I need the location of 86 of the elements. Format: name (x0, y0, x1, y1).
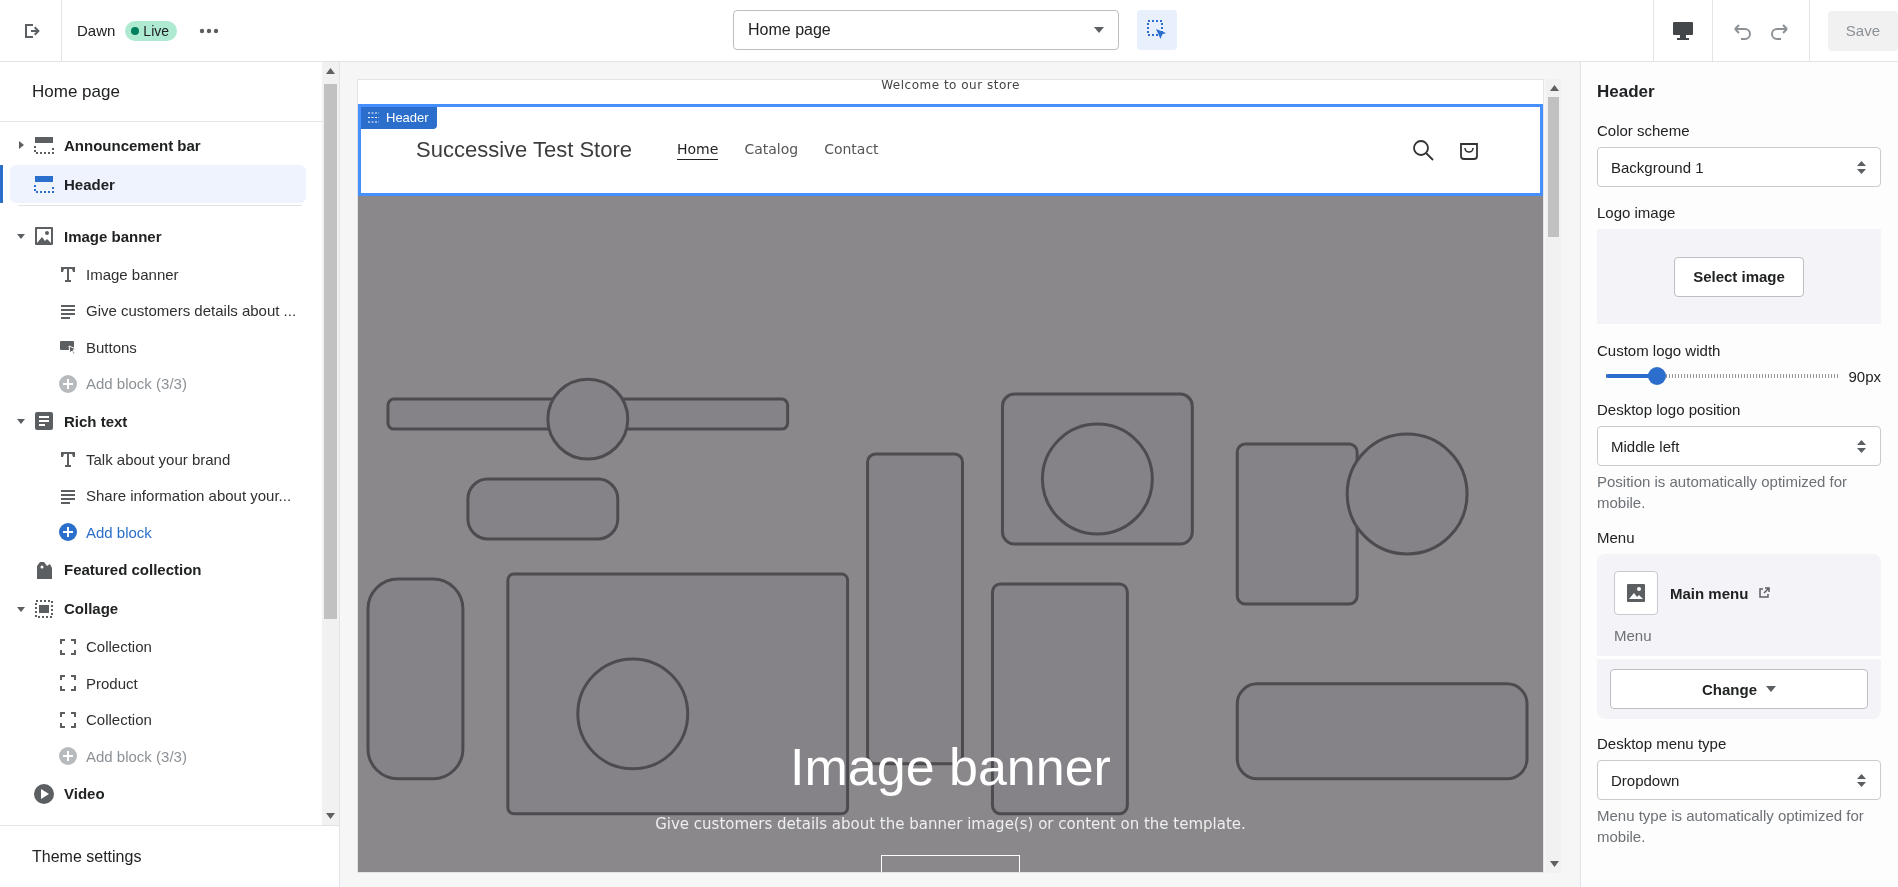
search-icon[interactable] (1412, 139, 1434, 161)
section-item[interactable]: Announcement bar (10, 126, 306, 164)
caret-down-icon[interactable] (16, 417, 26, 425)
section-item[interactable]: Rich text (10, 402, 306, 440)
nav-link[interactable]: Home (677, 140, 719, 160)
plus-icon (58, 746, 78, 767)
caret-down-icon[interactable] (16, 604, 26, 613)
up-down-arrows-icon (1857, 160, 1866, 174)
inspector-button[interactable] (1137, 10, 1177, 50)
play-icon (33, 782, 55, 805)
dashed-frame-icon (58, 636, 78, 657)
nav-link[interactable]: Contact (824, 141, 879, 159)
block-item[interactable]: Collection (0, 701, 322, 738)
slider-value: 90px (1848, 367, 1881, 385)
caret-down-icon (1766, 686, 1776, 692)
field-label: Menu (1597, 529, 1636, 546)
document-icon (33, 410, 55, 432)
image-icon (1614, 571, 1658, 615)
nav-link[interactable]: Catalog (744, 141, 799, 159)
section-bar-icon (33, 173, 55, 195)
field-label: Color scheme (1597, 122, 1691, 139)
page-select[interactable]: Home page (733, 10, 1119, 50)
desktop-icon[interactable] (1671, 20, 1694, 41)
section-item[interactable]: Featured collection (10, 550, 306, 589)
store-name[interactable]: Successive Test Store (416, 137, 633, 163)
status-badge: Live (125, 20, 178, 41)
scroll-down-icon[interactable] (326, 813, 335, 819)
field-label: Custom logo width (1597, 342, 1722, 359)
add-block-item[interactable]: Add block (0, 514, 322, 551)
caret-right-icon[interactable] (16, 141, 26, 149)
slider-thumb[interactable] (1648, 367, 1667, 385)
announcement-text: Welcome to our store (881, 80, 1020, 92)
change-button[interactable]: Change (1610, 669, 1868, 709)
block-item[interactable]: Give customers details about ... (0, 292, 322, 329)
block-item[interactable]: Talk about your brand (0, 441, 322, 478)
menu-name[interactable]: Main menu (1670, 584, 1749, 602)
block-item[interactable]: Image banner (0, 256, 322, 293)
up-down-arrows-icon (1857, 439, 1866, 453)
plus-icon (58, 522, 78, 543)
section-bar-icon (33, 134, 55, 156)
help-text: Position is automatically optimized for mobile. (1597, 472, 1849, 513)
scroll-thumb[interactable] (1548, 97, 1559, 237)
panel-title: Header (1597, 82, 1656, 102)
select-cursor-icon (1146, 19, 1168, 41)
dashed-frame-icon (58, 673, 78, 694)
plus-icon (58, 373, 78, 394)
help-text: Menu type is automatically optimized for mobile. (1597, 806, 1865, 847)
section-tag: Header (361, 107, 437, 129)
field-label: Desktop logo position (1597, 401, 1742, 418)
block-item[interactable]: Collection (0, 628, 322, 665)
banner-button[interactable] (881, 855, 1020, 872)
banner-text: Give customers details about the banner image(s) or content on the template. (655, 815, 1246, 833)
scroll-thumb[interactable] (324, 84, 337, 619)
field-label: Logo image (1597, 204, 1677, 221)
dashed-frame-icon (58, 709, 78, 730)
banner-heading: Image banner (790, 737, 1111, 797)
block-item[interactable]: Product (0, 665, 322, 702)
select-field[interactable]: Dropdown (1597, 760, 1881, 800)
scroll-up-icon[interactable] (326, 68, 335, 74)
section-item[interactable]: Image banner (10, 217, 306, 255)
external-link-icon[interactable] (1758, 587, 1771, 599)
block-item[interactable]: Buttons (0, 329, 322, 366)
section-item[interactable]: Collage (10, 589, 306, 628)
scroll-up-icon[interactable] (1550, 85, 1559, 91)
theme-name: Dawn (77, 22, 116, 39)
text-icon (58, 449, 78, 470)
select-field[interactable]: Background 1 (1597, 147, 1881, 187)
theme-settings-link[interactable]: Theme settings (32, 847, 142, 866)
header-section[interactable]: Header Successive Test Store Home Catalog Contact (358, 104, 1543, 196)
select-field[interactable]: Middle left (1597, 426, 1881, 466)
scroll-down-icon[interactable] (1550, 861, 1559, 867)
menu-caption: Menu (1613, 626, 1653, 646)
scrollbar[interactable] (322, 62, 339, 825)
dashed-frame-icon (33, 597, 55, 620)
field-label: Desktop menu type (1597, 735, 1728, 752)
up-down-arrows-icon (1857, 773, 1866, 787)
caret-down-icon[interactable] (16, 232, 26, 240)
block-item[interactable]: Share information about your... (0, 477, 322, 514)
select-image-button[interactable]: Select image (1674, 256, 1804, 297)
text-icon (58, 264, 78, 285)
image-icon (33, 225, 55, 247)
scrollbar[interactable] (1546, 79, 1561, 873)
section-icon (367, 112, 380, 123)
caret-down-icon (1094, 27, 1104, 33)
section-item[interactable]: Video (10, 774, 306, 813)
more-icon[interactable] (199, 27, 220, 34)
